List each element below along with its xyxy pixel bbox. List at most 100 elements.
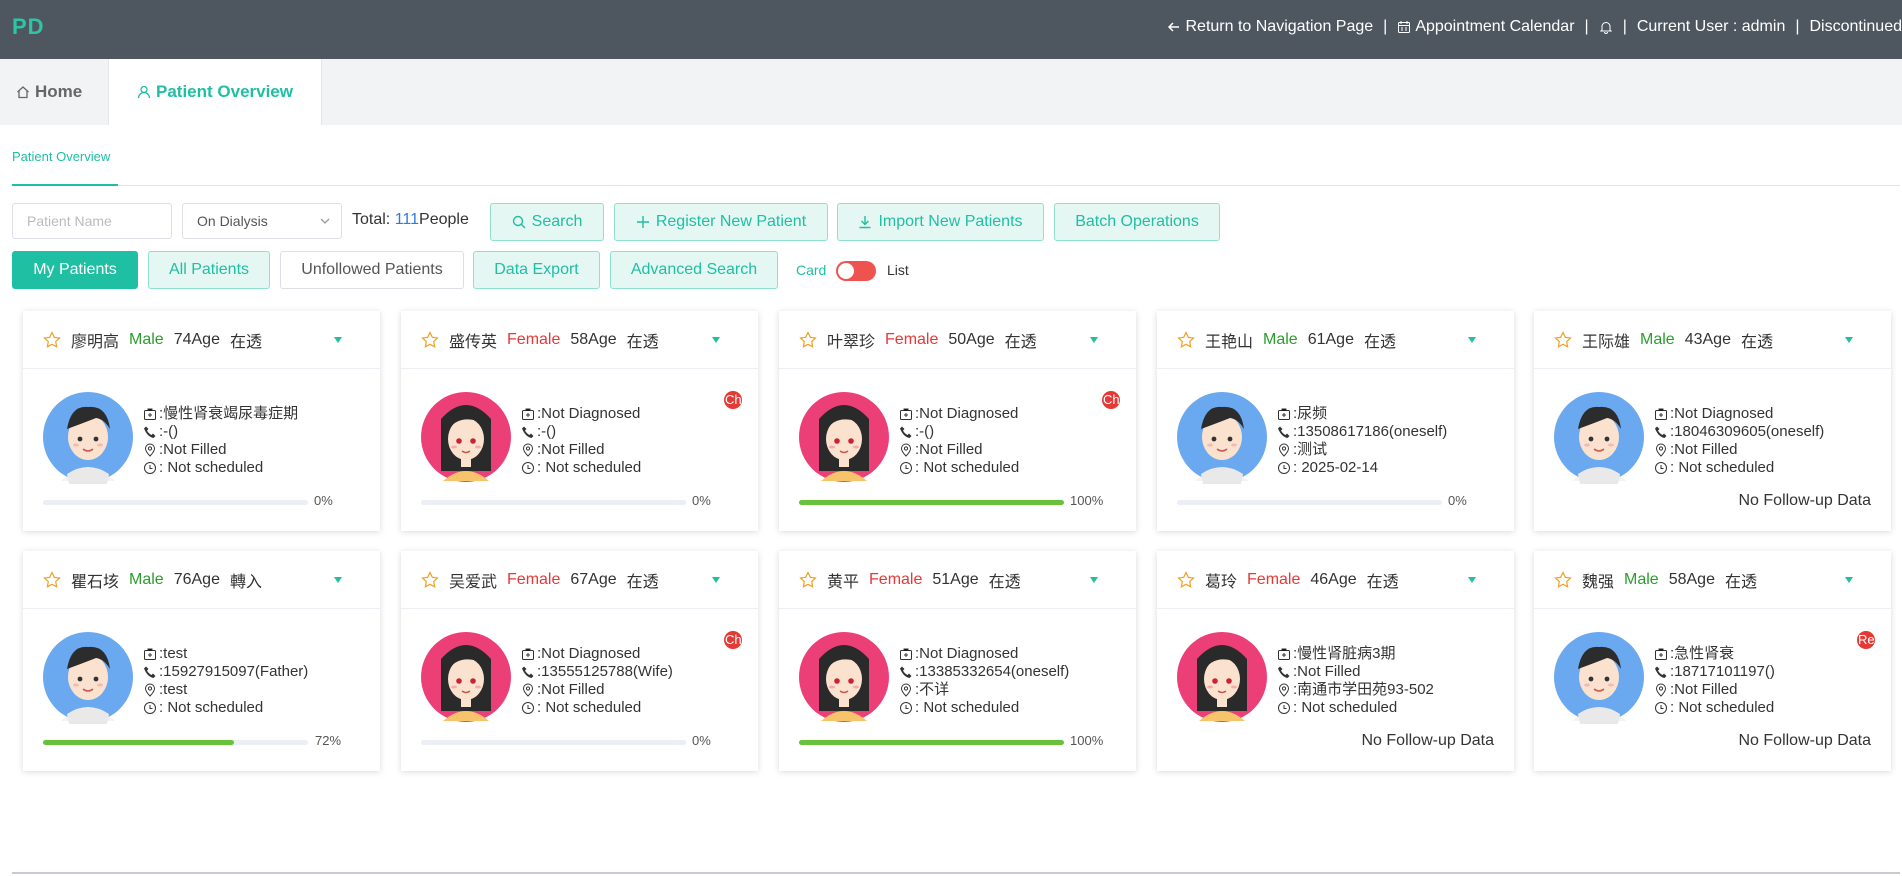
phone-icon [144,666,156,678]
my-patients-button[interactable]: My Patients [12,251,138,289]
avatar [1554,389,1644,485]
patient-name-input[interactable]: Patient Name [12,203,172,239]
current-user[interactable]: Current User : admin [1637,18,1786,36]
patient-card[interactable]: 王艳山 Male 61Age 在透 :尿频 :13508617186(onese… [1157,311,1514,531]
patient-name[interactable]: 叶翠珍 [827,328,875,352]
patient-card[interactable]: 葛玲 Female 46Age 在透 :慢性肾脏病3期 :Not Filled … [1157,551,1514,771]
dialysis-status-select[interactable]: On Dialysis [182,203,342,239]
tab-patient-overview[interactable]: Patient Overview [108,59,322,125]
search-button[interactable]: Search [490,203,604,241]
star-icon[interactable] [421,330,439,349]
star-icon[interactable] [799,570,817,589]
patient-gender: Female [885,330,939,348]
patient-name[interactable]: 黄平 [827,568,859,592]
star-icon[interactable] [43,330,61,349]
medical-kit-icon [1655,648,1667,660]
discontinued-link[interactable]: Discontinued [1810,18,1902,36]
star-icon[interactable] [1177,570,1195,589]
appointment-calendar-link[interactable]: Appointment Calendar [1397,18,1575,36]
view-card-label[interactable]: Card [796,262,826,278]
register-new-patient-button[interactable]: Register New Patient [614,203,828,241]
schedule-text: : Not scheduled [1670,459,1775,476]
page-subtitle-tab[interactable]: Patient Overview [12,149,110,164]
expand-caret-icon[interactable] [1090,337,1098,343]
nav-divider: | [1795,18,1800,35]
expand-caret-icon[interactable] [334,577,342,583]
patient-name[interactable]: 廖明高 [71,328,119,352]
expand-caret-icon[interactable] [712,577,720,583]
location-pin-icon [522,443,534,457]
star-icon[interactable] [1554,570,1572,589]
patient-name[interactable]: 王际雄 [1582,328,1630,352]
view-list-label[interactable]: List [887,262,909,278]
expand-caret-icon[interactable] [1090,577,1098,583]
app-logo[interactable]: PD [12,14,45,40]
expand-caret-icon[interactable] [712,337,720,343]
tab-patient-overview-label: Patient Overview [155,82,293,101]
patient-card[interactable]: 王际雄 Male 43Age 在透 :Not Diagnosed :180463… [1534,311,1891,531]
schedule-text: : Not scheduled [159,699,264,716]
patient-name[interactable]: 王艳山 [1205,328,1253,352]
unfollowed-patients-button[interactable]: Unfollowed Patients [280,251,464,289]
expand-caret-icon[interactable] [1845,337,1853,343]
patient-card[interactable]: 魏强 Male 58Age 在透 :急性肾衰 :18717101197() :N… [1534,551,1891,771]
patient-gender: Male [1624,570,1659,588]
followup-progress-label: 100% [1070,493,1104,508]
expand-caret-icon[interactable] [1468,577,1476,583]
diagnosis-row: :Not Diagnosed [899,645,1069,663]
advanced-search-button[interactable]: Advanced Search [610,251,778,289]
patient-card[interactable]: 盛传英 Female 58Age 在透 :Not Diagnosed :-() … [401,311,758,531]
total-label: Total: [352,211,391,228]
avatar [421,629,511,725]
address-row: :Not Filled [1654,441,1824,459]
import-patients-button[interactable]: Import New Patients [837,203,1044,241]
batch-operations-button[interactable]: Batch Operations [1054,203,1220,241]
patient-name[interactable]: 葛玲 [1205,568,1237,592]
avatar [43,389,133,485]
patient-name[interactable]: 魏强 [1582,568,1614,592]
medical-kit-icon [522,408,534,420]
star-icon[interactable] [1177,330,1195,349]
patient-card[interactable]: 吴爱武 Female 67Age 在透 :Not Diagnosed :1355… [401,551,758,771]
patient-age: 51Age [932,570,979,588]
patient-age: 76Age [173,570,220,588]
expand-caret-icon[interactable] [1845,577,1853,583]
data-export-button[interactable]: Data Export [473,251,600,289]
patient-card-header: 叶翠珍 Female 50Age 在透 [779,311,1136,369]
patient-card[interactable]: 黄平 Female 51Age 在透 :Not Diagnosed :13385… [779,551,1136,771]
expand-caret-icon[interactable] [1468,337,1476,343]
patient-age: 61Age [1307,330,1354,348]
patient-name[interactable]: 瞿石垓 [71,568,119,592]
diagnosis-text: :Not Diagnosed [537,645,641,662]
patient-age: 58Age [570,330,617,348]
patient-status: 在透 [229,333,262,351]
patient-card[interactable]: 叶翠珍 Female 50Age 在透 :Not Diagnosed :-() … [779,311,1136,531]
patient-card[interactable]: 瞿石垓 Male 76Age 轉入 :test :15927915097(Fat… [23,551,380,771]
star-icon[interactable] [1554,330,1572,349]
home-icon [17,86,29,99]
all-patients-button[interactable]: All Patients [148,251,270,289]
address-text: :Not Filled [537,441,605,458]
diagnosis-row: :Not Diagnosed [1654,405,1824,423]
patient-card-header: 吴爱武 Female 67Age 在透 [401,551,758,609]
avatar [799,629,889,725]
view-toggle-switch[interactable] [836,261,876,281]
patient-age: 43Age [1684,330,1731,348]
schedule-row: : Not scheduled [521,699,673,717]
register-button-label: Register New Patient [655,213,807,230]
patient-name[interactable]: 盛传英 [449,328,497,352]
return-navigation-link[interactable]: Return to Navigation Page [1167,18,1373,36]
star-icon[interactable] [43,570,61,589]
location-pin-icon [1278,683,1290,697]
subtitle-active-indicator [12,184,118,186]
address-row: :Not Filled [1654,681,1775,699]
patient-name[interactable]: 吴爱武 [449,568,497,592]
patient-card[interactable]: 廖明高 Male 74Age 在透 :慢性肾衰竭尿毒症期 :-() :Not F… [23,311,380,531]
notification-bell[interactable] [1599,20,1613,34]
patient-gender: Female [1247,570,1301,588]
star-icon[interactable] [421,570,439,589]
address-text: :Not Filled [1670,441,1738,458]
tab-home[interactable]: Home [16,59,82,125]
star-icon[interactable] [799,330,817,349]
expand-caret-icon[interactable] [334,337,342,343]
